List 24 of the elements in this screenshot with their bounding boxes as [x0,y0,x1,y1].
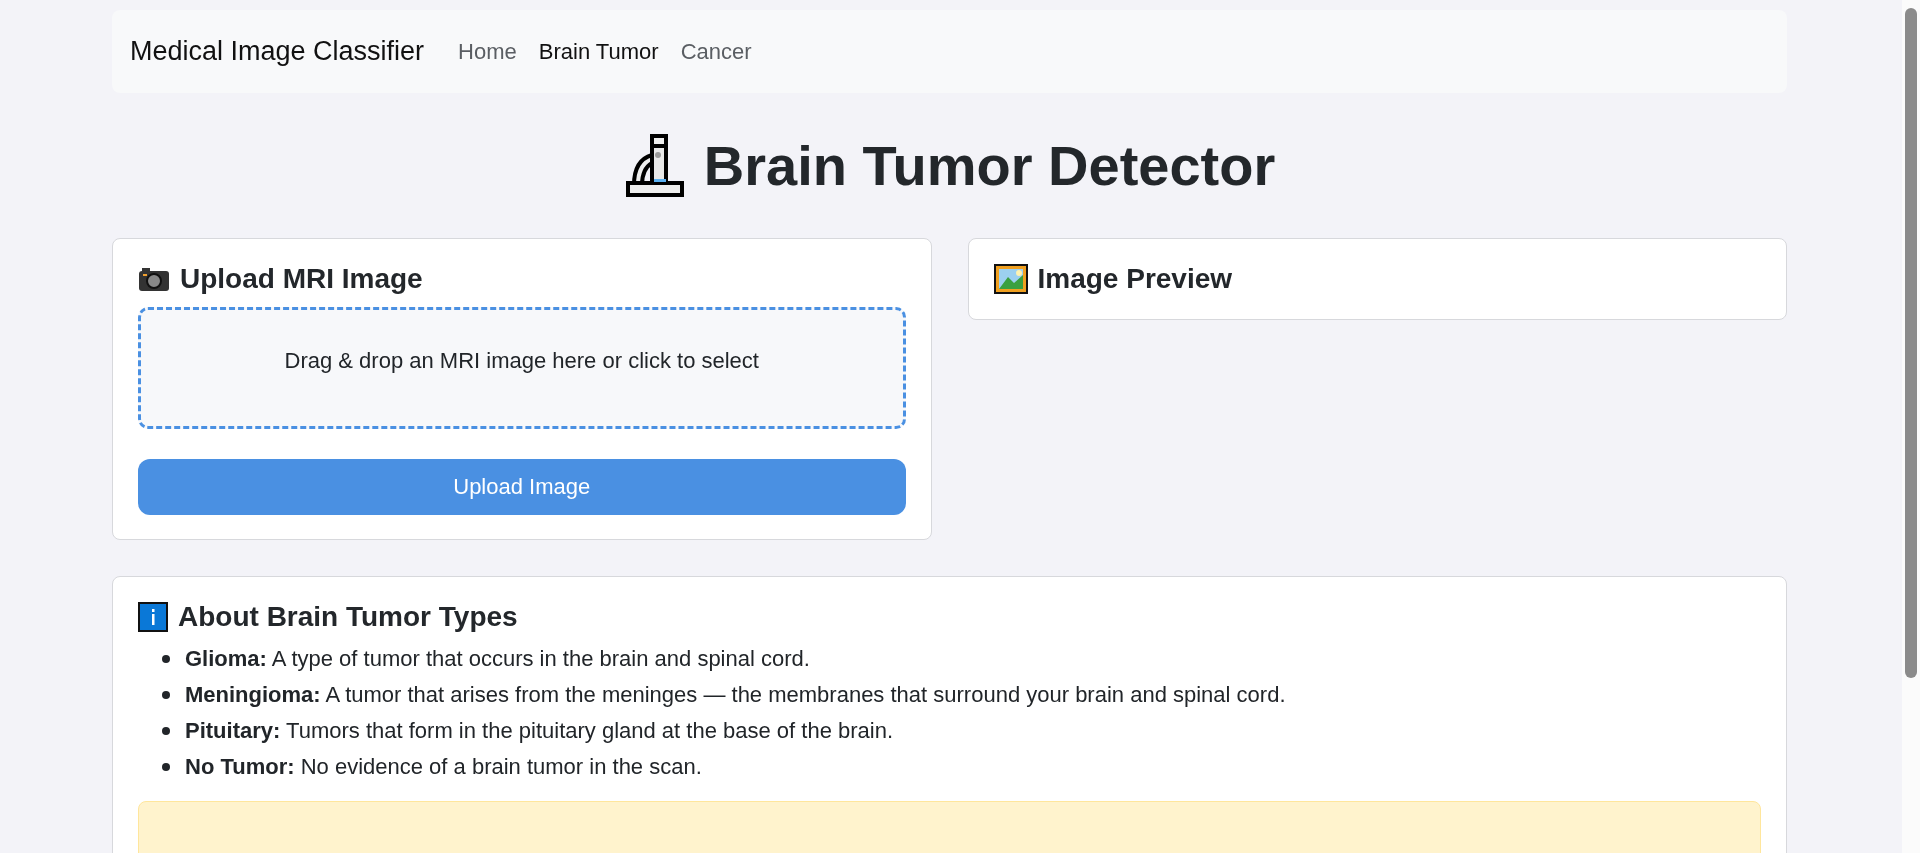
bullet-icon [162,655,170,663]
card-title: About Brain Tumor Types [178,601,518,633]
navbar-brand[interactable]: Medical Image Classifier [130,36,425,67]
list-item: Glioma: A type of tumor that occurs in the brain and spinal cord. [185,645,810,673]
list-item: No Tumor: No evidence of a brain tumor in the scan. [185,753,702,781]
camera-icon [138,266,170,292]
card-title: Upload MRI Image [180,263,423,295]
page-title: Brain Tumor Detector [703,133,1276,198]
nav-link[interactable]: Brain Tumor [538,38,659,65]
drop-zone-text: Drag & drop an MRI image here or click to select [284,348,759,375]
microscope-icon [623,132,684,199]
bullet-icon [162,763,170,771]
framed-picture-icon [993,264,1028,294]
nav-link[interactable]: Cancer [680,38,752,65]
card-title: Image Preview [1037,263,1233,295]
scrollbar-thumb[interactable] [1905,8,1917,678]
bullet-icon [162,727,170,735]
info-icon [138,602,168,632]
drop-zone[interactable]: Drag & drop an MRI image here or click to select [138,307,906,429]
nav-link[interactable]: Home [458,38,517,65]
scrollbar[interactable] [1902,0,1920,853]
list-item: Meningioma: A tumor that arises from the meninges — the membranes that surround your brain and spinal cord. [185,681,1286,709]
list-item: Pituitary: Tumors that form in the pituitary gland at the base of the brain. [185,717,894,745]
bullet-icon [162,691,170,699]
